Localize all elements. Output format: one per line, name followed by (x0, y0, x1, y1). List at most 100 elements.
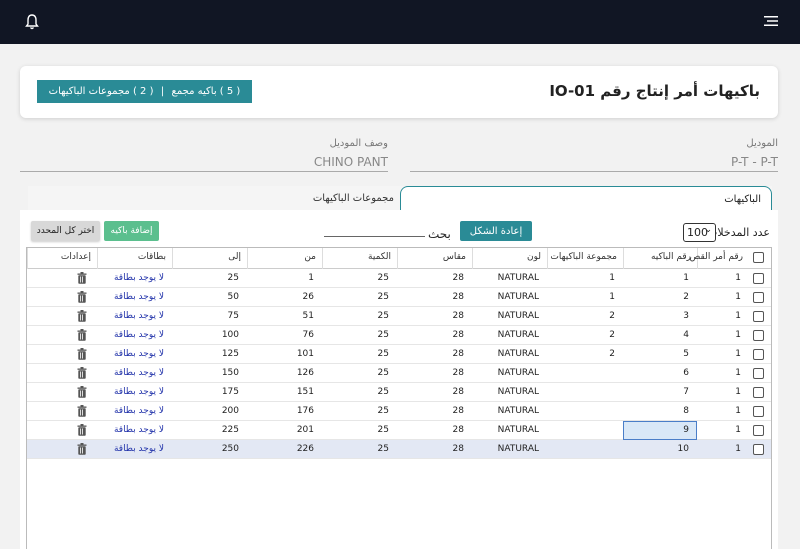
reset-layout-button[interactable]: إعادة الشكل (460, 221, 532, 241)
search-input[interactable] (324, 236, 425, 237)
row-checkbox[interactable] (753, 425, 764, 436)
cell-color: NATURAL (497, 292, 539, 302)
entries-select[interactable]: 100 ⌄ (683, 223, 716, 242)
header-bundle-number[interactable]: رقم الباكيه (623, 248, 697, 269)
cell-to: 200 (221, 406, 239, 416)
header-cards[interactable]: بطاقات (97, 248, 172, 269)
select-all-checkbox[interactable] (753, 252, 764, 263)
model-description-label: وصف الموديل (329, 138, 388, 149)
table-row[interactable]: 1 8 NATURAL 28 25 176 200 لا يوجد بطاقة (27, 402, 771, 421)
header-settings[interactable]: إعدادات (27, 248, 97, 269)
table-row[interactable]: 1 5 2 NATURAL 28 25 101 125 لا يوجد بطاقة (27, 345, 771, 364)
trash-icon[interactable] (77, 405, 87, 417)
trash-icon[interactable] (77, 443, 87, 455)
cell-size: 28 (452, 368, 464, 378)
cell-cards[interactable]: لا يوجد بطاقة (97, 364, 172, 383)
table-row[interactable]: 1 3 2 NATURAL 28 25 51 75 لا يوجد بطاقة (27, 307, 771, 326)
table-row[interactable]: 1 9 NATURAL 28 25 201 225 لا يوجد بطاقة (27, 421, 771, 440)
cell-from: 76 (302, 330, 314, 340)
hamburger-menu-icon[interactable] (764, 15, 778, 27)
cell-color: NATURAL (497, 368, 539, 378)
cell-size: 28 (452, 311, 464, 321)
tab-bundle-groups[interactable]: مجموعات الباكيهات (28, 186, 400, 210)
table-row[interactable]: 1 7 NATURAL 28 25 151 175 لا يوجد بطاقة (27, 383, 771, 402)
cell-cut: 1 (735, 444, 741, 454)
trash-icon[interactable] (77, 424, 87, 436)
cell-from: 126 (296, 368, 314, 378)
bundle-summary-button[interactable]: ( 5 ) باكيه مجمع | ( 2 ) مجموعات الباكيه… (37, 80, 252, 103)
tabs: مجموعات الباكيهات الباكيهات (28, 186, 772, 210)
cell-to: 225 (221, 425, 239, 435)
cell-cards[interactable]: لا يوجد بطاقة (97, 440, 172, 459)
cell-size: 28 (452, 273, 464, 283)
row-checkbox[interactable] (753, 406, 764, 417)
search-label: بحث (428, 227, 451, 241)
header-to[interactable]: إلى (172, 248, 247, 269)
cell-bundle: 6 (683, 368, 689, 378)
cell-bundle: 8 (683, 406, 689, 416)
header-quantity[interactable]: الكمية (322, 248, 397, 269)
tab-bundles[interactable]: الباكيهات (400, 186, 772, 210)
cell-group (547, 364, 623, 383)
cell-color: NATURAL (497, 273, 539, 283)
cell-to: 25 (227, 273, 239, 283)
row-checkbox[interactable] (753, 292, 764, 303)
trash-icon[interactable] (77, 386, 87, 398)
cell-cards[interactable]: لا يوجد بطاقة (97, 269, 172, 288)
header-color[interactable]: لون (472, 248, 547, 269)
trash-icon[interactable] (77, 272, 87, 284)
cell-bundle: 5 (683, 349, 689, 359)
cell-cut: 1 (735, 406, 741, 416)
chevron-down-icon: ⌄ (704, 225, 712, 235)
cell-qty: 25 (377, 368, 389, 378)
cell-color: NATURAL (497, 425, 539, 435)
trash-icon[interactable] (77, 348, 87, 360)
add-bundle-button[interactable]: إضافة باكيه (104, 221, 159, 241)
trash-icon[interactable] (77, 367, 87, 379)
trash-icon[interactable] (77, 310, 87, 322)
header-from[interactable]: من (247, 248, 322, 269)
bell-icon[interactable] (24, 13, 40, 31)
header-bundle-group[interactable]: مجموعة الباكيهات (547, 248, 623, 269)
cell-cut: 1 (735, 273, 741, 283)
cell-cut: 1 (735, 425, 741, 435)
cell-cut: 1 (735, 292, 741, 302)
table-row[interactable]: 1 6 NATURAL 28 25 126 150 لا يوجد بطاقة (27, 364, 771, 383)
table-row[interactable]: 1 2 1 NATURAL 28 25 26 50 لا يوجد بطاقة (27, 288, 771, 307)
row-checkbox[interactable] (753, 444, 764, 455)
cell-to: 75 (227, 311, 239, 321)
row-checkbox[interactable] (753, 311, 764, 322)
trash-icon[interactable] (77, 329, 87, 341)
cell-size: 28 (452, 406, 464, 416)
trash-icon[interactable] (77, 291, 87, 303)
cell-cards[interactable]: لا يوجد بطاقة (97, 402, 172, 421)
cell-qty: 25 (377, 406, 389, 416)
row-checkbox[interactable] (753, 387, 764, 398)
cell-cards[interactable]: لا يوجد بطاقة (97, 383, 172, 402)
row-checkbox[interactable] (753, 330, 764, 341)
cell-to: 125 (221, 349, 239, 359)
cell-cards[interactable]: لا يوجد بطاقة (97, 326, 172, 345)
page-title: باكيهات أمر إنتاج رقم IO-01 (549, 82, 760, 100)
select-all-button[interactable]: اختر كل المحدد (31, 221, 100, 241)
table-row[interactable]: 1 1 1 NATURAL 28 25 1 25 لا يوجد بطاقة (27, 269, 771, 288)
row-checkbox[interactable] (753, 349, 764, 360)
cell-qty: 25 (377, 292, 389, 302)
model-field[interactable]: الموديل P-T - P-T (410, 138, 778, 172)
row-checkbox[interactable] (753, 273, 764, 284)
row-checkbox[interactable] (753, 368, 764, 379)
cell-cards[interactable]: لا يوجد بطاقة (97, 307, 172, 326)
header-cut-order[interactable]: رقم أمر القص (690, 248, 749, 269)
cell-cards[interactable]: لا يوجد بطاقة (97, 288, 172, 307)
cell-cards[interactable]: لا يوجد بطاقة (97, 421, 172, 440)
cell-from: 101 (296, 349, 314, 359)
table-row[interactable]: 1 10 NATURAL 28 25 226 250 لا يوجد بطاقة (27, 440, 771, 459)
table-row[interactable]: 1 4 2 NATURAL 28 25 76 100 لا يوجد بطاقة (27, 326, 771, 345)
cell-group: 2 (609, 349, 615, 359)
header-size[interactable]: مقاس (397, 248, 472, 269)
model-description-field[interactable]: وصف الموديل CHINO PANT (20, 138, 388, 172)
cell-cards[interactable]: لا يوجد بطاقة (97, 345, 172, 364)
cell-bundle: 10 (677, 444, 689, 454)
cell-cut: 1 (735, 368, 741, 378)
cell-qty: 25 (377, 349, 389, 359)
